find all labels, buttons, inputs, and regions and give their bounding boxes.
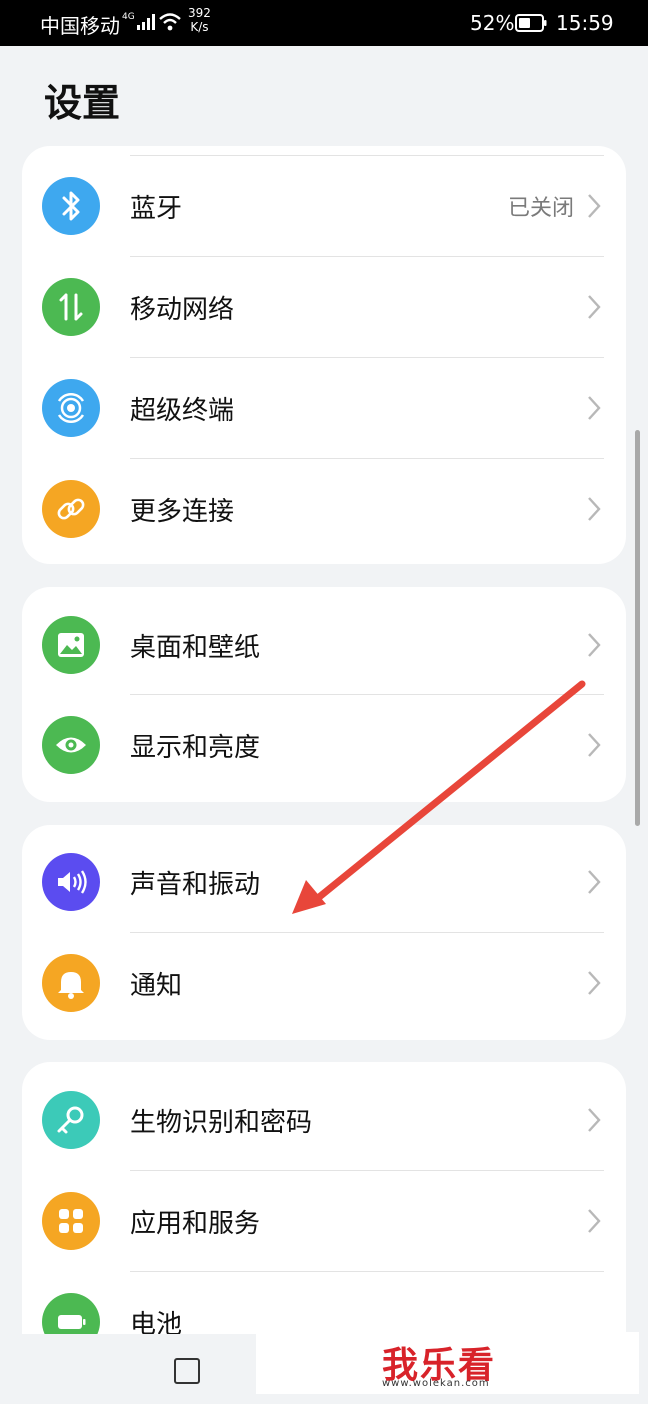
recent-apps-button[interactable] (174, 1358, 200, 1384)
key-icon (42, 1091, 100, 1149)
settings-item-label: 更多连接 (130, 497, 235, 527)
battery-status-icon (515, 14, 547, 32)
network-type: 4G (122, 12, 135, 22)
mobile-data-icon (42, 278, 100, 336)
settings-item-label: 通知 (130, 971, 183, 1001)
scrollbar[interactable] (635, 430, 640, 826)
settings-item-wallpaper[interactable]: 桌面和壁纸 (22, 595, 626, 695)
speaker-icon (42, 853, 100, 911)
settings-item-label: 超级终端 (130, 396, 235, 426)
chevron-right-icon (588, 396, 601, 420)
settings-item-label: 桌面和壁纸 (130, 633, 261, 663)
chevron-right-icon (588, 497, 601, 521)
settings-item-sound-vibration[interactable]: 声音和振动 (22, 832, 626, 932)
settings-item-mobile-network[interactable]: 移动网络 (22, 257, 626, 357)
watermark-url: www.wolekan.com (382, 1378, 490, 1389)
wallpaper-icon (42, 616, 100, 674)
chevron-right-icon (588, 295, 601, 319)
link-icon (42, 480, 100, 538)
bluetooth-icon (42, 177, 100, 235)
speed-unit: K/s (190, 20, 209, 34)
bell-icon (42, 954, 100, 1012)
display-card: 桌面和壁纸 显示和亮度 (22, 587, 626, 802)
battery-percent: 52% (470, 11, 515, 35)
settings-item-apps-services[interactable]: 应用和服务 (22, 1171, 626, 1271)
page-title: 设置 (44, 81, 121, 125)
chevron-right-icon (588, 1108, 601, 1132)
settings-item-label: 声音和振动 (130, 870, 261, 900)
super-device-icon (42, 379, 100, 437)
network-speed: 392 K/s (188, 6, 211, 34)
chevron-right-icon (588, 971, 601, 995)
settings-item-more-connections[interactable]: 更多连接 (22, 459, 626, 559)
wifi-icon (159, 13, 181, 31)
chevron-right-icon (588, 870, 601, 894)
settings-item-label: 显示和亮度 (130, 733, 261, 763)
speed-value: 392 (188, 6, 211, 20)
connectivity-card: 蓝牙 已关闭 移动网络 超级终端 更多连接 (22, 146, 626, 564)
settings-item-label: 移动网络 (130, 295, 235, 325)
settings-item-display-brightness[interactable]: 显示和亮度 (22, 695, 626, 795)
chevron-right-icon (588, 633, 601, 657)
eye-icon (42, 716, 100, 774)
signal-icon (137, 14, 155, 30)
watermark: 我乐看 www.wolekan.com (256, 1332, 639, 1394)
settings-item-value: 已关闭 (507, 196, 574, 221)
settings-item-label: 应用和服务 (130, 1209, 261, 1239)
settings-item-notifications[interactable]: 通知 (22, 933, 626, 1033)
settings-item-biometrics[interactable]: 生物识别和密码 (22, 1070, 626, 1170)
chevron-right-icon (588, 733, 601, 757)
chevron-right-icon (588, 194, 601, 218)
security-apps-card: 生物识别和密码 应用和服务 电池 (22, 1062, 626, 1362)
settings-item-label: 生物识别和密码 (130, 1108, 313, 1138)
clock: 15:59 (556, 11, 614, 35)
status-bar: 中国移动 4G 392 K/s 52% 15:59 (0, 0, 648, 46)
settings-item-label: 蓝牙 (130, 194, 183, 224)
carrier-name: 中国移动 (40, 14, 120, 38)
settings-item-bluetooth[interactable]: 蓝牙 已关闭 (22, 156, 626, 256)
apps-icon (42, 1192, 100, 1250)
chevron-right-icon (588, 1209, 601, 1233)
settings-item-super-device[interactable]: 超级终端 (22, 358, 626, 458)
sound-notification-card: 声音和振动 通知 (22, 825, 626, 1040)
